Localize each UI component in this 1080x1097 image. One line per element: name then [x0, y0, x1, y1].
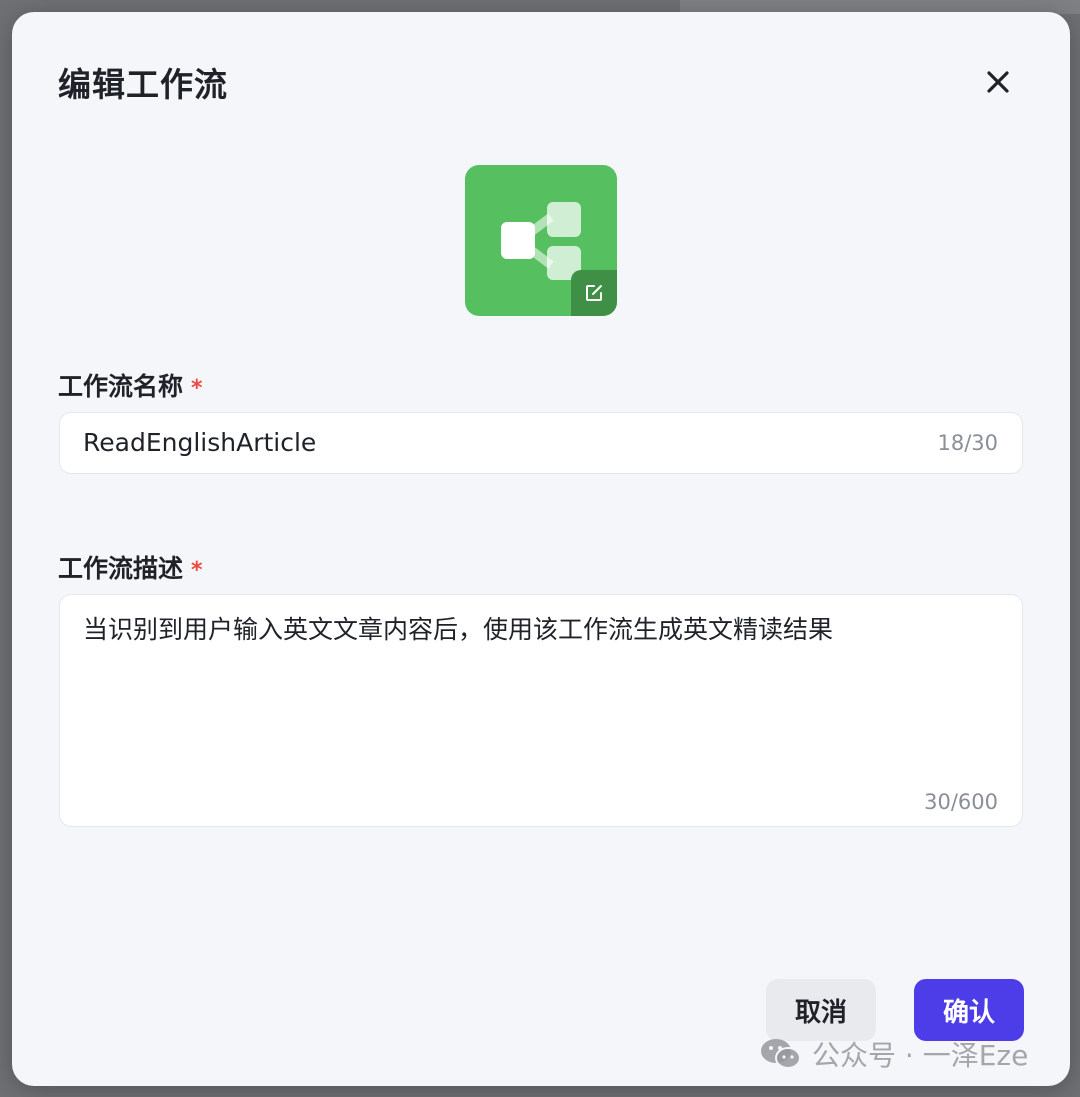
close-icon [987, 71, 1009, 93]
description-char-counter: 30/600 [924, 790, 998, 814]
workflow-description-value: 当识别到用户输入英文文章内容后，使用该工作流生成英文精读结果 [83, 615, 834, 644]
confirm-button[interactable]: 确认 [914, 979, 1024, 1041]
required-mark: * [191, 558, 203, 583]
workflow-name-value: ReadEnglishArticle [83, 428, 317, 457]
watermark-text: 公众号 · 一泽Eze [812, 1039, 1029, 1072]
edit-workflow-dialog: 编辑工作流 工作流名称 * ReadEnglishArticle 18/30 工作… [12, 12, 1070, 1086]
wechat-icon [761, 1039, 801, 1069]
required-mark: * [191, 376, 203, 401]
description-field-label: 工作流描述 * [58, 549, 203, 585]
close-button[interactable] [978, 62, 1018, 102]
workflow-description-textarea[interactable]: 当识别到用户输入英文文章内容后，使用该工作流生成英文精读结果 30/600 [59, 594, 1023, 827]
workflow-icon-picker[interactable] [465, 165, 617, 316]
description-label-text: 工作流描述 [58, 554, 184, 583]
edit-icon-button[interactable] [571, 270, 617, 316]
name-field-label: 工作流名称 * [58, 367, 203, 403]
edit-icon [586, 285, 602, 301]
watermark: 公众号 · 一泽Eze [760, 1034, 1028, 1074]
cancel-button[interactable]: 取消 [766, 979, 876, 1041]
name-label-text: 工作流名称 [58, 372, 184, 401]
name-char-counter: 18/30 [937, 431, 998, 455]
workflow-name-input[interactable]: ReadEnglishArticle 18/30 [59, 412, 1023, 474]
dialog-title: 编辑工作流 [58, 65, 228, 104]
